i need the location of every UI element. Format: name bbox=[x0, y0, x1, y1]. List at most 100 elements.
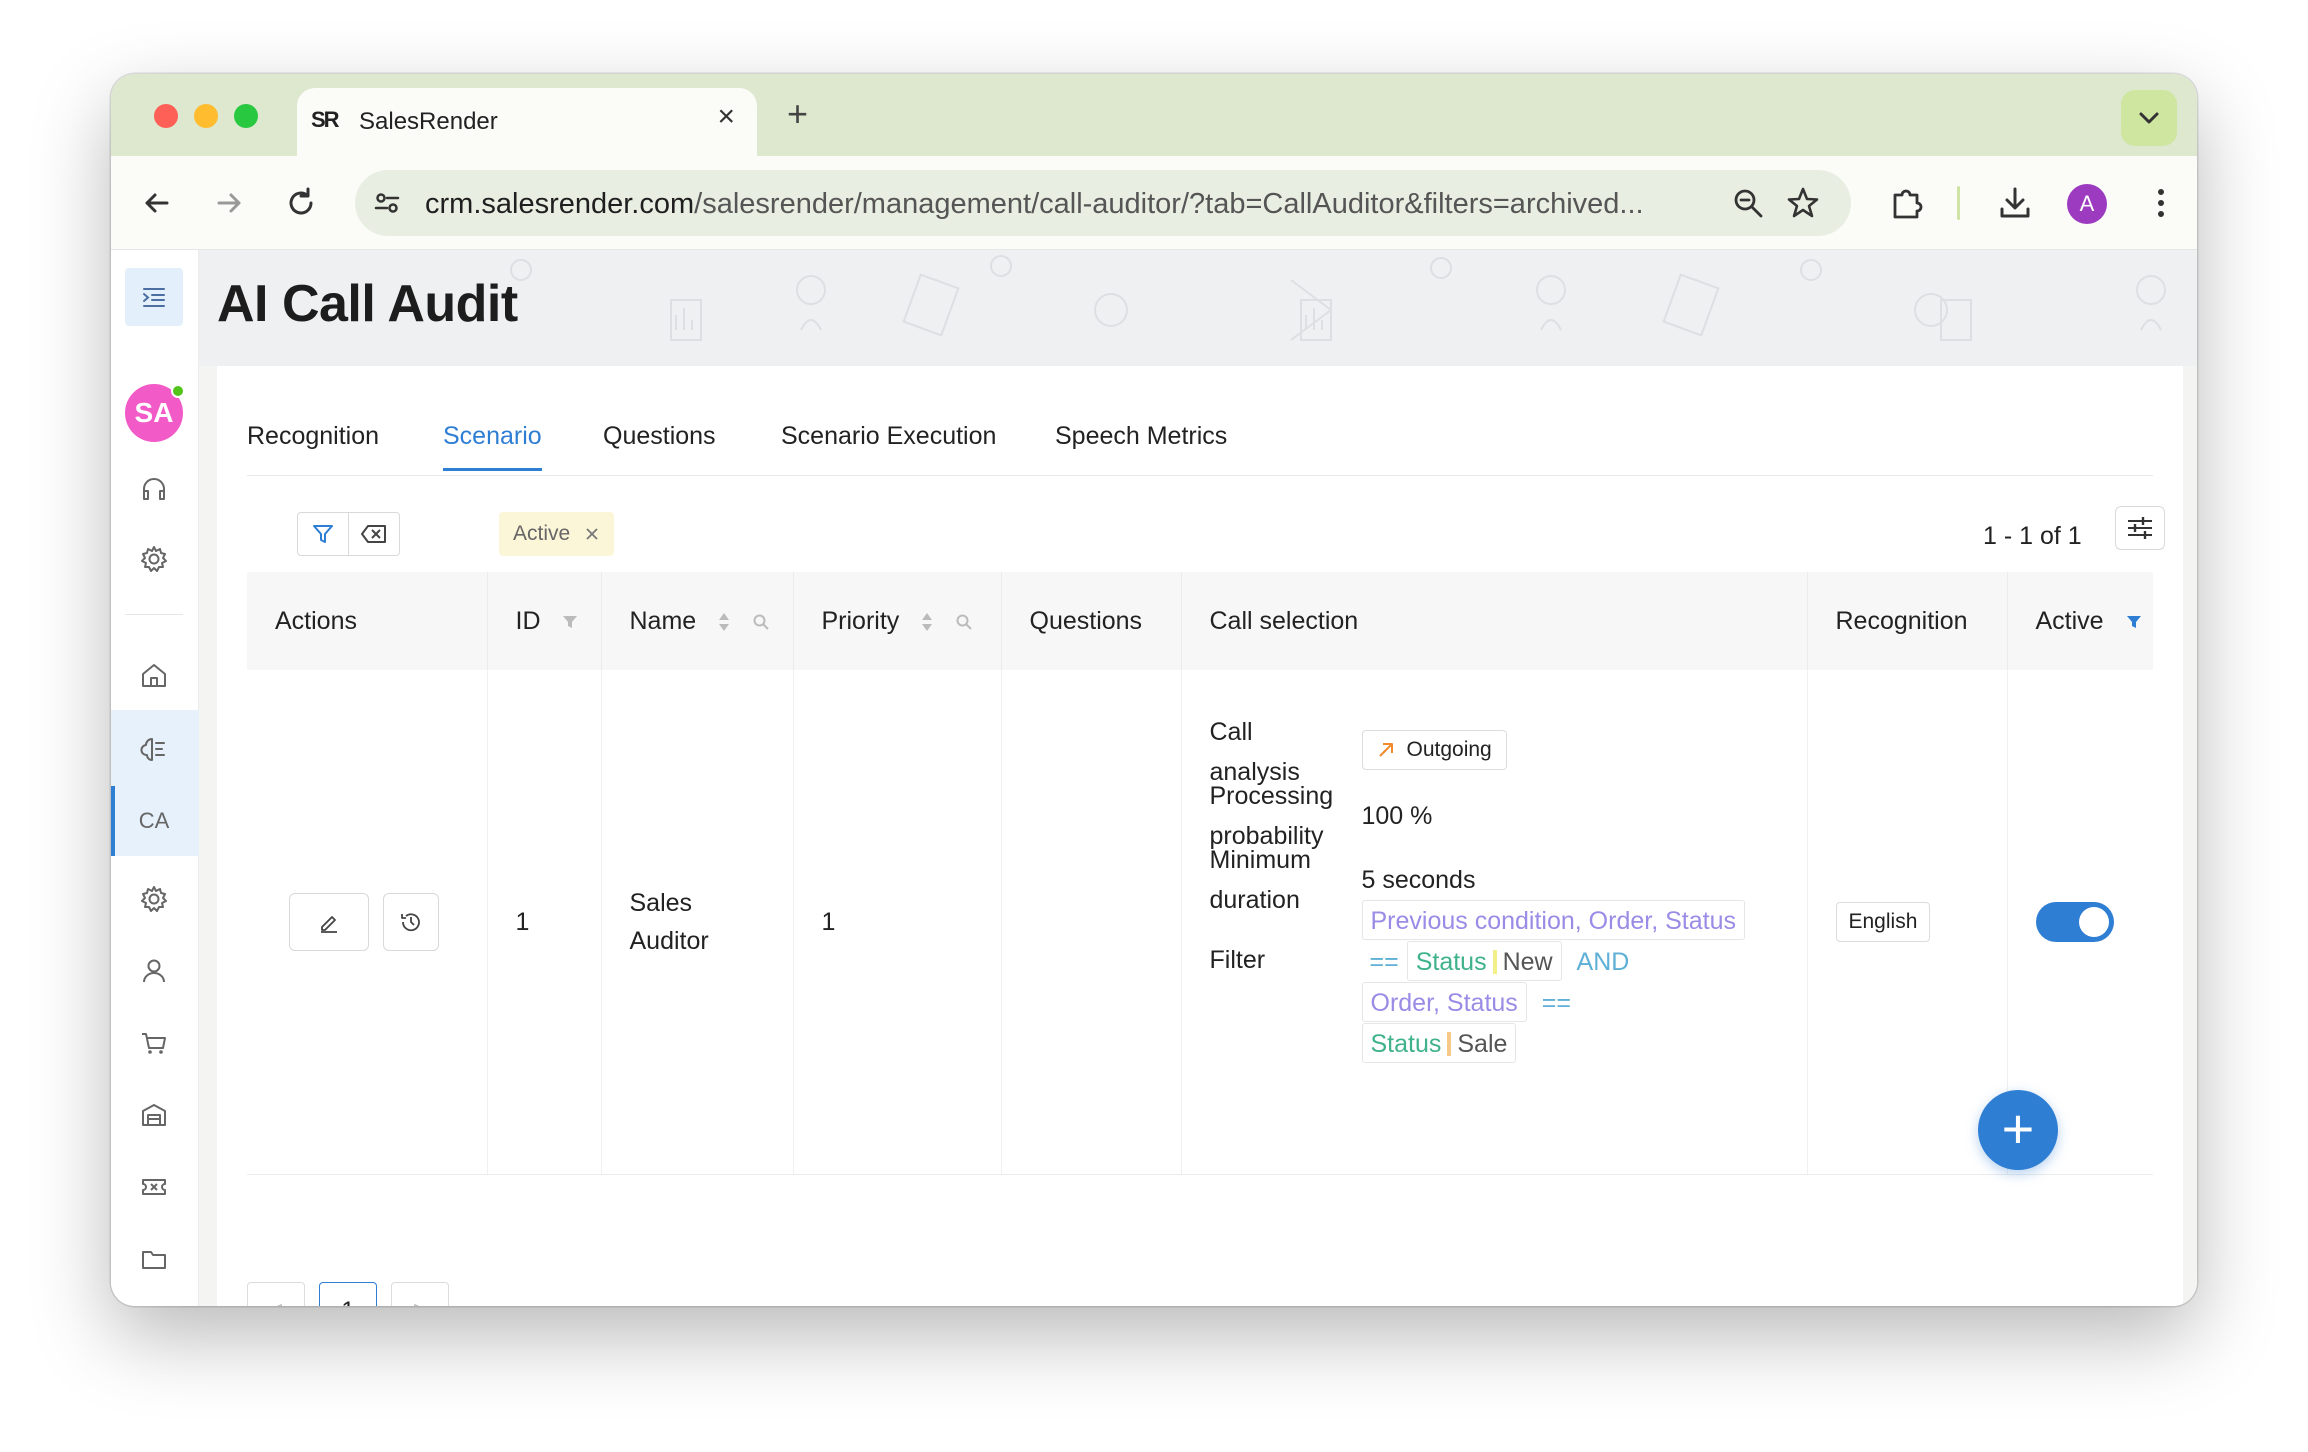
column-header-name[interactable]: Name bbox=[601, 572, 794, 670]
user-avatar[interactable]: SA bbox=[125, 384, 185, 442]
pencil-icon bbox=[321, 915, 337, 933]
arrow-left-icon bbox=[145, 193, 169, 213]
forward-button[interactable] bbox=[209, 183, 249, 223]
tab-scenario[interactable]: Scenario bbox=[443, 422, 542, 471]
filter-path-1: Previous condition, Order, Status bbox=[1361, 899, 1745, 940]
salesrender-favicon-icon: SR bbox=[311, 107, 341, 137]
filter-path-2: Order, Status bbox=[1361, 981, 1527, 1022]
reload-button[interactable] bbox=[281, 183, 321, 223]
recognition-language-tag: English bbox=[1835, 902, 1931, 943]
puzzle-icon bbox=[1893, 189, 1923, 219]
column-header-active[interactable]: Active bbox=[2007, 572, 2153, 670]
sort-icon[interactable] bbox=[717, 611, 731, 633]
new-tab-button[interactable]: + bbox=[787, 96, 808, 132]
browser-menu-button[interactable] bbox=[2141, 183, 2181, 223]
sidebar-item-home[interactable] bbox=[125, 646, 183, 704]
filter-conjunction: AND bbox=[1576, 947, 1630, 976]
sidebar-item-settings[interactable] bbox=[125, 870, 183, 928]
pagination-page-1[interactable]: 1 bbox=[319, 1282, 377, 1306]
processing-probability-value: 100 % bbox=[1361, 801, 1433, 830]
sidebar-item-settings-top[interactable] bbox=[125, 530, 183, 588]
status-new-color-bar bbox=[1492, 949, 1497, 974]
chevron-down-icon bbox=[2139, 112, 2159, 124]
browser-window: SR SalesRender × + crm.salesrender.com/s… bbox=[111, 74, 2197, 1306]
sidebar-item-calls[interactable] bbox=[125, 460, 183, 518]
cell-id: 1 bbox=[487, 670, 602, 1175]
online-status-dot bbox=[171, 384, 185, 398]
column-header-priority[interactable]: Priority bbox=[793, 572, 1002, 670]
sidebar-toggle-button[interactable] bbox=[125, 268, 183, 326]
home-icon bbox=[142, 664, 166, 687]
call-analysis-value: Outgoing bbox=[1361, 729, 1507, 770]
menu-indent-icon bbox=[143, 288, 165, 307]
back-button[interactable] bbox=[137, 183, 177, 223]
sidebar-item-users[interactable] bbox=[125, 942, 183, 1000]
close-window-button[interactable] bbox=[154, 104, 178, 128]
column-settings-button[interactable] bbox=[2115, 506, 2165, 550]
sidebar: SA CA bbox=[111, 250, 199, 1306]
minimum-duration-label: Minimum duration bbox=[1209, 845, 1311, 914]
ticket-icon bbox=[142, 1179, 166, 1195]
site-settings-icon[interactable] bbox=[371, 187, 403, 219]
backspace-icon bbox=[361, 525, 386, 543]
browser-tab[interactable]: SR SalesRender × bbox=[297, 88, 757, 156]
zoom-icon[interactable] bbox=[1731, 186, 1765, 220]
tab-scenario-execution[interactable]: Scenario Execution bbox=[781, 422, 996, 451]
section-tabs: Recognition Scenario Questions Scenario … bbox=[247, 366, 2153, 476]
sidebar-item-orders[interactable] bbox=[125, 1014, 183, 1072]
sidebar-item-call-audit[interactable]: CA bbox=[125, 792, 183, 850]
minimize-window-button[interactable] bbox=[194, 104, 218, 128]
profile-avatar[interactable]: A bbox=[2067, 184, 2107, 224]
cell-name: Sales Auditor bbox=[601, 670, 794, 1175]
pagination-prev-button[interactable]: < bbox=[247, 1282, 305, 1306]
filter-icon[interactable] bbox=[561, 613, 579, 631]
filter-active-icon[interactable] bbox=[2125, 613, 2143, 631]
search-icon[interactable] bbox=[955, 613, 973, 631]
tab-speech-metrics[interactable]: Speech Metrics bbox=[1055, 422, 1227, 451]
more-vertical-icon bbox=[2158, 189, 2164, 217]
sidebar-item-tickets[interactable] bbox=[125, 1158, 183, 1216]
filter-label: Filter bbox=[1209, 945, 1266, 974]
history-button[interactable] bbox=[383, 892, 439, 951]
scenario-table: Actions ID Name Priority Questions Call … bbox=[247, 572, 2153, 1175]
outgoing-tag: Outgoing bbox=[1361, 729, 1507, 770]
add-scenario-button[interactable]: + bbox=[1978, 1090, 2058, 1170]
sidebar-item-ai[interactable] bbox=[125, 720, 183, 778]
close-tab-icon[interactable]: × bbox=[717, 102, 735, 132]
page-title: AI Call Audit bbox=[217, 275, 518, 333]
sort-icon[interactable] bbox=[920, 611, 934, 633]
sidebar-item-warehouse[interactable] bbox=[125, 1086, 183, 1144]
filter-expression: Previous condition, Order, Status == Stat… bbox=[1361, 899, 1782, 1064]
active-toggle[interactable] bbox=[2035, 901, 2114, 942]
tab-recognition[interactable]: Recognition bbox=[247, 422, 379, 451]
address-bar[interactable]: crm.salesrender.com/salesrender/manageme… bbox=[355, 170, 1851, 236]
bookmark-star-icon[interactable] bbox=[1785, 185, 1821, 221]
column-header-id[interactable]: ID bbox=[487, 572, 602, 670]
column-header-recognition: Recognition bbox=[1807, 572, 2008, 670]
downloads-button[interactable] bbox=[1995, 183, 2035, 223]
edit-button[interactable] bbox=[289, 892, 369, 951]
filter-condition-2: Status Sale bbox=[1361, 1022, 1517, 1063]
toolbar-separator bbox=[1957, 186, 1960, 220]
filter-button[interactable] bbox=[297, 512, 349, 556]
extensions-button[interactable] bbox=[1887, 183, 1927, 223]
url-text: crm.salesrender.com/salesrender/manageme… bbox=[425, 188, 1644, 220]
table-header-row: Actions ID Name Priority Questions Call … bbox=[247, 572, 2153, 670]
active-filter-chip[interactable]: Active bbox=[499, 512, 615, 556]
table-row: 1 Sales Auditor 1 Call analysis Outgoing bbox=[247, 670, 2153, 1175]
pagination-next-button[interactable]: > bbox=[391, 1282, 449, 1306]
cell-priority: 1 bbox=[793, 670, 1002, 1175]
reload-icon bbox=[289, 187, 313, 215]
close-icon[interactable] bbox=[584, 526, 600, 542]
maximize-window-button[interactable] bbox=[234, 104, 258, 128]
sidebar-divider bbox=[125, 614, 183, 615]
search-icon[interactable] bbox=[752, 613, 770, 631]
clear-filters-button[interactable] bbox=[348, 512, 400, 556]
row-actions bbox=[247, 670, 488, 1175]
sidebar-item-files[interactable] bbox=[125, 1230, 183, 1288]
tab-questions[interactable]: Questions bbox=[603, 422, 716, 451]
tab-search-button[interactable] bbox=[2121, 90, 2177, 146]
column-header-call-selection: Call selection bbox=[1181, 572, 1808, 670]
outgoing-arrow-icon bbox=[1378, 742, 1393, 757]
column-header-actions: Actions bbox=[247, 572, 488, 670]
